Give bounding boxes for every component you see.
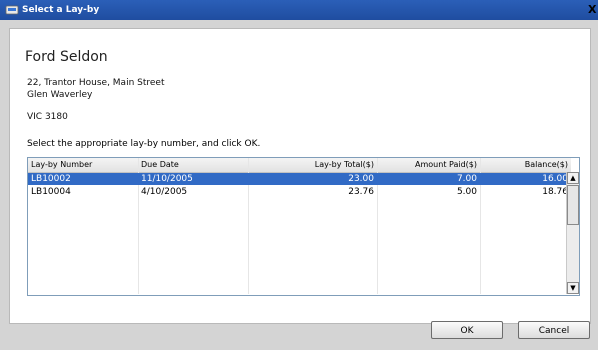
scroll-thumb[interactable] — [567, 185, 579, 225]
column-header-layby-number[interactable]: Lay-by Number — [28, 158, 138, 172]
cell-amount-paid: 5.00 — [456, 187, 477, 197]
app-icon — [5, 5, 19, 15]
address-line-2: Glen Waverley — [27, 90, 93, 100]
cell-layby-number: LB10002 — [31, 174, 71, 184]
close-button[interactable]: X — [588, 2, 598, 18]
customer-name: Ford Seldon — [25, 49, 108, 65]
window-title: Select a Lay-by — [22, 5, 100, 15]
cancel-button[interactable]: Cancel — [518, 321, 590, 339]
column-header-due-date[interactable]: Due Date — [138, 158, 248, 172]
scroll-up-icon[interactable]: ▲ — [567, 172, 579, 184]
vertical-scrollbar[interactable]: ▲ ▼ — [566, 172, 579, 294]
ok-button[interactable]: OK — [431, 321, 503, 339]
instruction-text: Select the appropriate lay-by number, an… — [27, 139, 261, 149]
cell-layby-number: LB10004 — [31, 187, 71, 197]
window-titlebar: Select a Lay-by X — [0, 0, 598, 20]
cell-balance: 18.76 — [542, 187, 568, 197]
column-header-balance[interactable]: Balance($) — [480, 158, 571, 172]
cell-layby-total: 23.00 — [348, 174, 374, 184]
table-header: Lay-by Number Due Date Lay-by Total($) A… — [28, 158, 571, 173]
content-panel: Ford Seldon 22, Trantor House, Main Stre… — [9, 28, 591, 324]
address-line-1: 22, Trantor House, Main Street — [27, 78, 165, 88]
cell-due-date: 4/10/2005 — [141, 187, 188, 197]
cell-due-date: 11/10/2005 — [141, 174, 193, 184]
layby-table[interactable]: Lay-by Number Due Date Lay-by Total($) A… — [27, 157, 580, 296]
state-postcode: VIC 3180 — [27, 112, 68, 122]
table-row[interactable]: LB10004 4/10/2005 23.76 5.00 18.76 — [28, 186, 571, 198]
cell-balance: 16.00 — [542, 174, 568, 184]
column-header-layby-total[interactable]: Lay-by Total($) — [248, 158, 377, 172]
scroll-down-icon[interactable]: ▼ — [567, 282, 579, 294]
table-row[interactable]: LB10002 11/10/2005 23.00 7.00 16.00 — [28, 173, 571, 185]
cell-layby-total: 23.76 — [348, 187, 374, 197]
dialog-body: Ford Seldon 22, Trantor House, Main Stre… — [0, 20, 598, 350]
cell-amount-paid: 7.00 — [456, 174, 477, 184]
column-header-amount-paid[interactable]: Amount Paid($) — [377, 158, 480, 172]
